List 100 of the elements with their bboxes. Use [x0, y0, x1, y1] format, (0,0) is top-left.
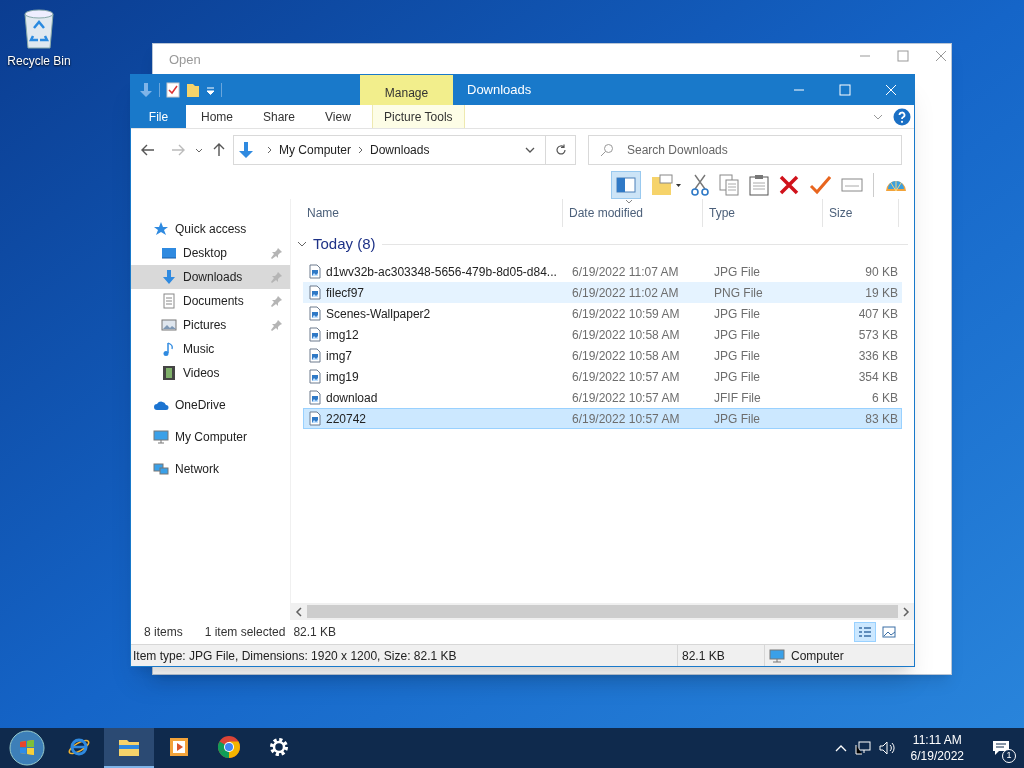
file-row[interactable]: img7 6/19/2022 10:58 AM JPG File 336 KB: [303, 345, 902, 366]
file-name: img12: [326, 326, 359, 344]
nav-item[interactable]: Quick access: [131, 217, 290, 241]
delete-icon[interactable]: [779, 175, 799, 195]
chevron-down-icon[interactable]: [297, 241, 307, 247]
group-header[interactable]: Today (8): [313, 232, 376, 256]
refresh-icon: [554, 144, 567, 156]
ribbon-tab[interactable]: Share: [248, 105, 311, 128]
size-cell-text: 90 KB: [864, 263, 899, 281]
scroll-left-icon[interactable]: [293, 606, 305, 617]
monitor-icon: [769, 648, 785, 663]
clipboard-icon[interactable]: [749, 174, 769, 196]
file-row[interactable]: Scenes-Wallpaper2 6/19/2022 10:59 AM JPG File 407 KB: [303, 303, 902, 324]
breadcrumb[interactable]: My Computer: [279, 141, 352, 159]
date-cell-text: 6/19/2022 11:07 AM: [571, 263, 680, 281]
nav-item[interactable]: Downloads: [131, 265, 290, 289]
refresh-button[interactable]: [546, 135, 576, 165]
file-row[interactable]: 220742 6/19/2022 10:57 AM JPG File 83 KB: [303, 408, 902, 429]
type-cell-text: JPG File: [713, 410, 761, 428]
ribbon-tab[interactable]: Home: [186, 105, 248, 128]
up-arrow-icon[interactable]: [213, 143, 225, 157]
size-cell-text: 354 KB: [857, 368, 899, 386]
details-view-button[interactable]: [854, 622, 876, 642]
taskbar-button[interactable]: [104, 728, 154, 768]
scissors-icon[interactable]: [691, 174, 709, 196]
clock[interactable]: 11:11 AM 6/19/2022: [904, 732, 970, 764]
dropdown-icon[interactable]: [206, 85, 215, 95]
horizontal-scrollbar[interactable]: [291, 603, 914, 620]
image-file-icon: [309, 327, 321, 342]
size-cell-text: 573 KB: [857, 326, 899, 344]
size-cell-text: 336 KB: [857, 347, 899, 365]
picture-icon: [161, 317, 177, 333]
image-file-icon: [309, 390, 321, 405]
document-icon: [161, 293, 177, 309]
column-header[interactable]: Name: [301, 199, 563, 227]
picture-icon: [882, 626, 896, 638]
search-field[interactable]: Search Downloads: [588, 135, 902, 165]
message-icon: [992, 740, 1010, 756]
date-cell-text: 6/19/2022 10:58 AM: [571, 347, 681, 365]
column-header[interactable]: Size: [823, 199, 899, 227]
date-cell-text: 6/19/2022 10:57 AM: [571, 410, 681, 428]
folder-icon[interactable]: [186, 82, 200, 98]
close-icon[interactable]: [935, 50, 947, 62]
chevron-down-icon[interactable]: [195, 147, 203, 153]
help-icon[interactable]: [893, 107, 911, 126]
contextual-tab-header[interactable]: Manage: [360, 75, 453, 105]
scroll-right-icon[interactable]: [900, 606, 912, 617]
network-icon[interactable]: [854, 741, 871, 755]
file-row[interactable]: download 6/19/2022 10:57 AM JFIF File 6 KB: [303, 387, 902, 408]
recycle-bin-icon[interactable]: [21, 8, 57, 50]
speaker-icon[interactable]: [878, 741, 897, 755]
nav-item[interactable]: Documents: [131, 289, 290, 313]
date-cell-text: 6/19/2022 10:57 AM: [571, 389, 681, 407]
file-row[interactable]: img12 6/19/2022 10:58 AM JPG File 573 KB: [303, 324, 902, 345]
desktop-icon-label[interactable]: Recycle Bin: [7, 52, 71, 70]
selection-count: 1 item selected: [204, 624, 286, 641]
checklist-icon[interactable]: [166, 82, 180, 98]
notification-button[interactable]: 1: [986, 733, 1016, 763]
file-name: download: [326, 389, 378, 407]
ribbon-tab[interactable]: View: [310, 105, 366, 128]
checkmark-icon[interactable]: [809, 175, 831, 195]
chevron-up-icon[interactable]: [834, 744, 847, 752]
file-name: 220742: [326, 410, 367, 428]
start-button-icon[interactable]: [9, 730, 45, 766]
nav-item[interactable]: OneDrive: [131, 393, 290, 417]
type-cell-text: JFIF File: [713, 389, 762, 407]
nav-item[interactable]: Music: [131, 337, 290, 361]
selection-size: 82.1 KB: [293, 624, 337, 641]
item-count: 8 items: [144, 624, 183, 641]
file-name: filecf97: [326, 284, 365, 302]
pin-icon: [271, 271, 282, 283]
nav-item[interactable]: My Computer: [131, 425, 290, 449]
status-size: 82.1 KB: [681, 647, 726, 665]
copy-icon[interactable]: [719, 174, 739, 196]
chevron-down-icon[interactable]: [525, 147, 535, 153]
nav-item[interactable]: Desktop: [131, 241, 290, 265]
column-header[interactable]: Date modified: [563, 199, 703, 227]
file-name: img19: [326, 368, 359, 386]
ribbon-tab[interactable]: Picture Tools: [371, 105, 465, 128]
nav-item[interactable]: Pictures: [131, 313, 290, 337]
media-player-icon: [167, 735, 191, 759]
star-icon: [153, 221, 169, 237]
details-view-icon: [858, 626, 872, 638]
size-cell-text: 19 KB: [864, 284, 899, 302]
date-cell-text: 6/19/2022 10:58 AM: [571, 326, 681, 344]
column-header[interactable]: Type: [703, 199, 823, 227]
back-arrow-icon[interactable]: [141, 144, 155, 156]
file-row[interactable]: d1wv32b-ac303348-5656-479b-8d05-d84... 6/19/2022 11:07 AM JPG File 90 KB: [303, 261, 902, 282]
date-cell-text: 6/19/2022 10:59 AM: [571, 305, 681, 323]
file-row[interactable]: filecf97 6/19/2022 11:02 AM PNG File 19 KB: [303, 282, 902, 303]
size-cell-text: 6 KB: [871, 389, 899, 407]
ribbon-tab[interactable]: File: [131, 105, 186, 128]
status-zone: Computer: [791, 647, 844, 665]
file-row[interactable]: img19 6/19/2022 10:57 AM JPG File 354 KB: [303, 366, 902, 387]
nav-item[interactable]: Videos: [131, 361, 290, 385]
pin-icon: [271, 247, 282, 259]
nav-item[interactable]: Network: [131, 457, 290, 481]
preview-pane-button[interactable]: [611, 171, 641, 199]
address-bar[interactable]: My Computer Downloads: [233, 135, 546, 165]
breadcrumb[interactable]: Downloads: [370, 141, 430, 159]
